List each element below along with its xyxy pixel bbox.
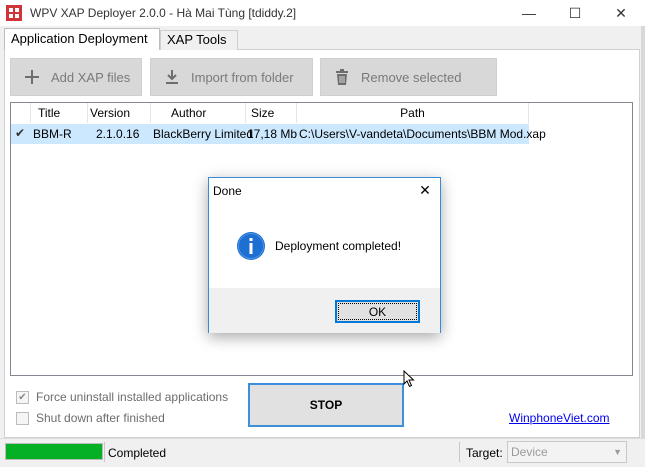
tab-application-deployment[interactable]: Application Deployment	[4, 28, 160, 50]
shutdown-option[interactable]: Shut down after finished	[16, 410, 165, 426]
dialog-footer: OK	[209, 288, 440, 333]
column-header-version[interactable]: Version	[88, 103, 151, 123]
close-icon: ✕	[419, 182, 431, 198]
status-separator	[459, 442, 460, 462]
target-select[interactable]: Device ▼	[507, 441, 627, 463]
mouse-cursor-icon	[403, 370, 415, 388]
done-dialog: Done ✕ Deployment completed! OK	[208, 177, 441, 333]
column-header-path[interactable]: Path	[297, 103, 529, 123]
row-title: BBM-R	[33, 127, 72, 141]
plus-icon	[23, 68, 41, 86]
app-logo-icon	[6, 5, 22, 21]
winphoneviet-link[interactable]: WinphoneViet.com	[509, 411, 610, 425]
progress-bar	[5, 443, 103, 460]
status-text: Completed	[108, 446, 167, 460]
progress-fill	[6, 444, 102, 459]
minimize-icon: —	[522, 5, 536, 21]
remove-selected-button[interactable]: Remove selected	[320, 58, 497, 96]
background-window-edge	[641, 26, 645, 467]
dialog-message: Deployment completed!	[275, 239, 402, 253]
status-separator	[104, 442, 105, 462]
close-button[interactable]: ✕	[598, 0, 644, 26]
shutdown-label: Shut down after finished	[36, 411, 165, 425]
row-checkmark-icon[interactable]: ✔	[15, 126, 29, 142]
column-header-title[interactable]: Title	[31, 103, 88, 123]
dialog-title-bar[interactable]: Done ✕	[209, 178, 440, 203]
title-bar[interactable]: WPV XAP Deployer 2.0.0 - Hà Mai Tùng [td…	[0, 0, 645, 26]
table-row[interactable]: ✔ BBM-R 2.1.0.16 BlackBerry Limited 17,1…	[11, 124, 546, 144]
import-from-folder-button[interactable]: Import from folder	[150, 58, 313, 96]
tab-xap-tools[interactable]: XAP Tools	[160, 30, 238, 50]
force-uninstall-checkbox[interactable]: ✔	[16, 390, 29, 404]
status-bar: Completed Target: Device ▼	[0, 438, 645, 467]
dialog-title: Done	[213, 184, 242, 198]
download-icon	[163, 68, 181, 86]
add-xap-files-button[interactable]: Add XAP files	[10, 58, 142, 96]
trash-icon	[333, 68, 351, 86]
chevron-down-icon: ▼	[613, 447, 622, 457]
add-xap-files-label: Add XAP files	[51, 69, 131, 85]
stop-button[interactable]: STOP	[248, 383, 404, 427]
column-header-size[interactable]: Size	[246, 103, 297, 123]
info-icon	[237, 232, 265, 260]
ok-button[interactable]: OK	[335, 300, 420, 323]
remove-selected-label: Remove selected	[361, 69, 462, 85]
force-uninstall-label: Force uninstall installed applications	[36, 390, 229, 404]
list-header: Title Version Author Size Path	[11, 103, 632, 123]
window-title: WPV XAP Deployer 2.0.0 - Hà Mai Tùng [td…	[30, 6, 297, 20]
close-icon: ✕	[615, 4, 627, 21]
force-uninstall-option[interactable]: ✔ Force uninstall installed applications	[16, 389, 228, 405]
minimize-button[interactable]: —	[506, 0, 552, 26]
import-from-folder-label: Import from folder	[191, 69, 294, 85]
row-size: 17,18 Mb	[247, 127, 298, 141]
dialog-body: Deployment completed!	[209, 203, 440, 288]
column-header-check	[11, 103, 31, 123]
row-version: 2.1.0.16	[96, 127, 140, 141]
maximize-button[interactable]: ☐	[552, 0, 598, 26]
target-label: Target:	[466, 446, 503, 460]
maximize-icon: ☐	[568, 4, 582, 21]
column-header-author[interactable]: Author	[151, 103, 246, 123]
target-value: Device	[511, 445, 548, 459]
app-window: WPV XAP Deployer 2.0.0 - Hà Mai Tùng [td…	[0, 0, 645, 467]
row-path: C:\Users\V-vandeta\Documents\BBM Mod.xap	[299, 127, 546, 141]
dialog-close-button[interactable]: ✕	[410, 178, 440, 203]
shutdown-checkbox[interactable]	[16, 411, 29, 425]
row-author: BlackBerry Limited	[153, 127, 254, 141]
